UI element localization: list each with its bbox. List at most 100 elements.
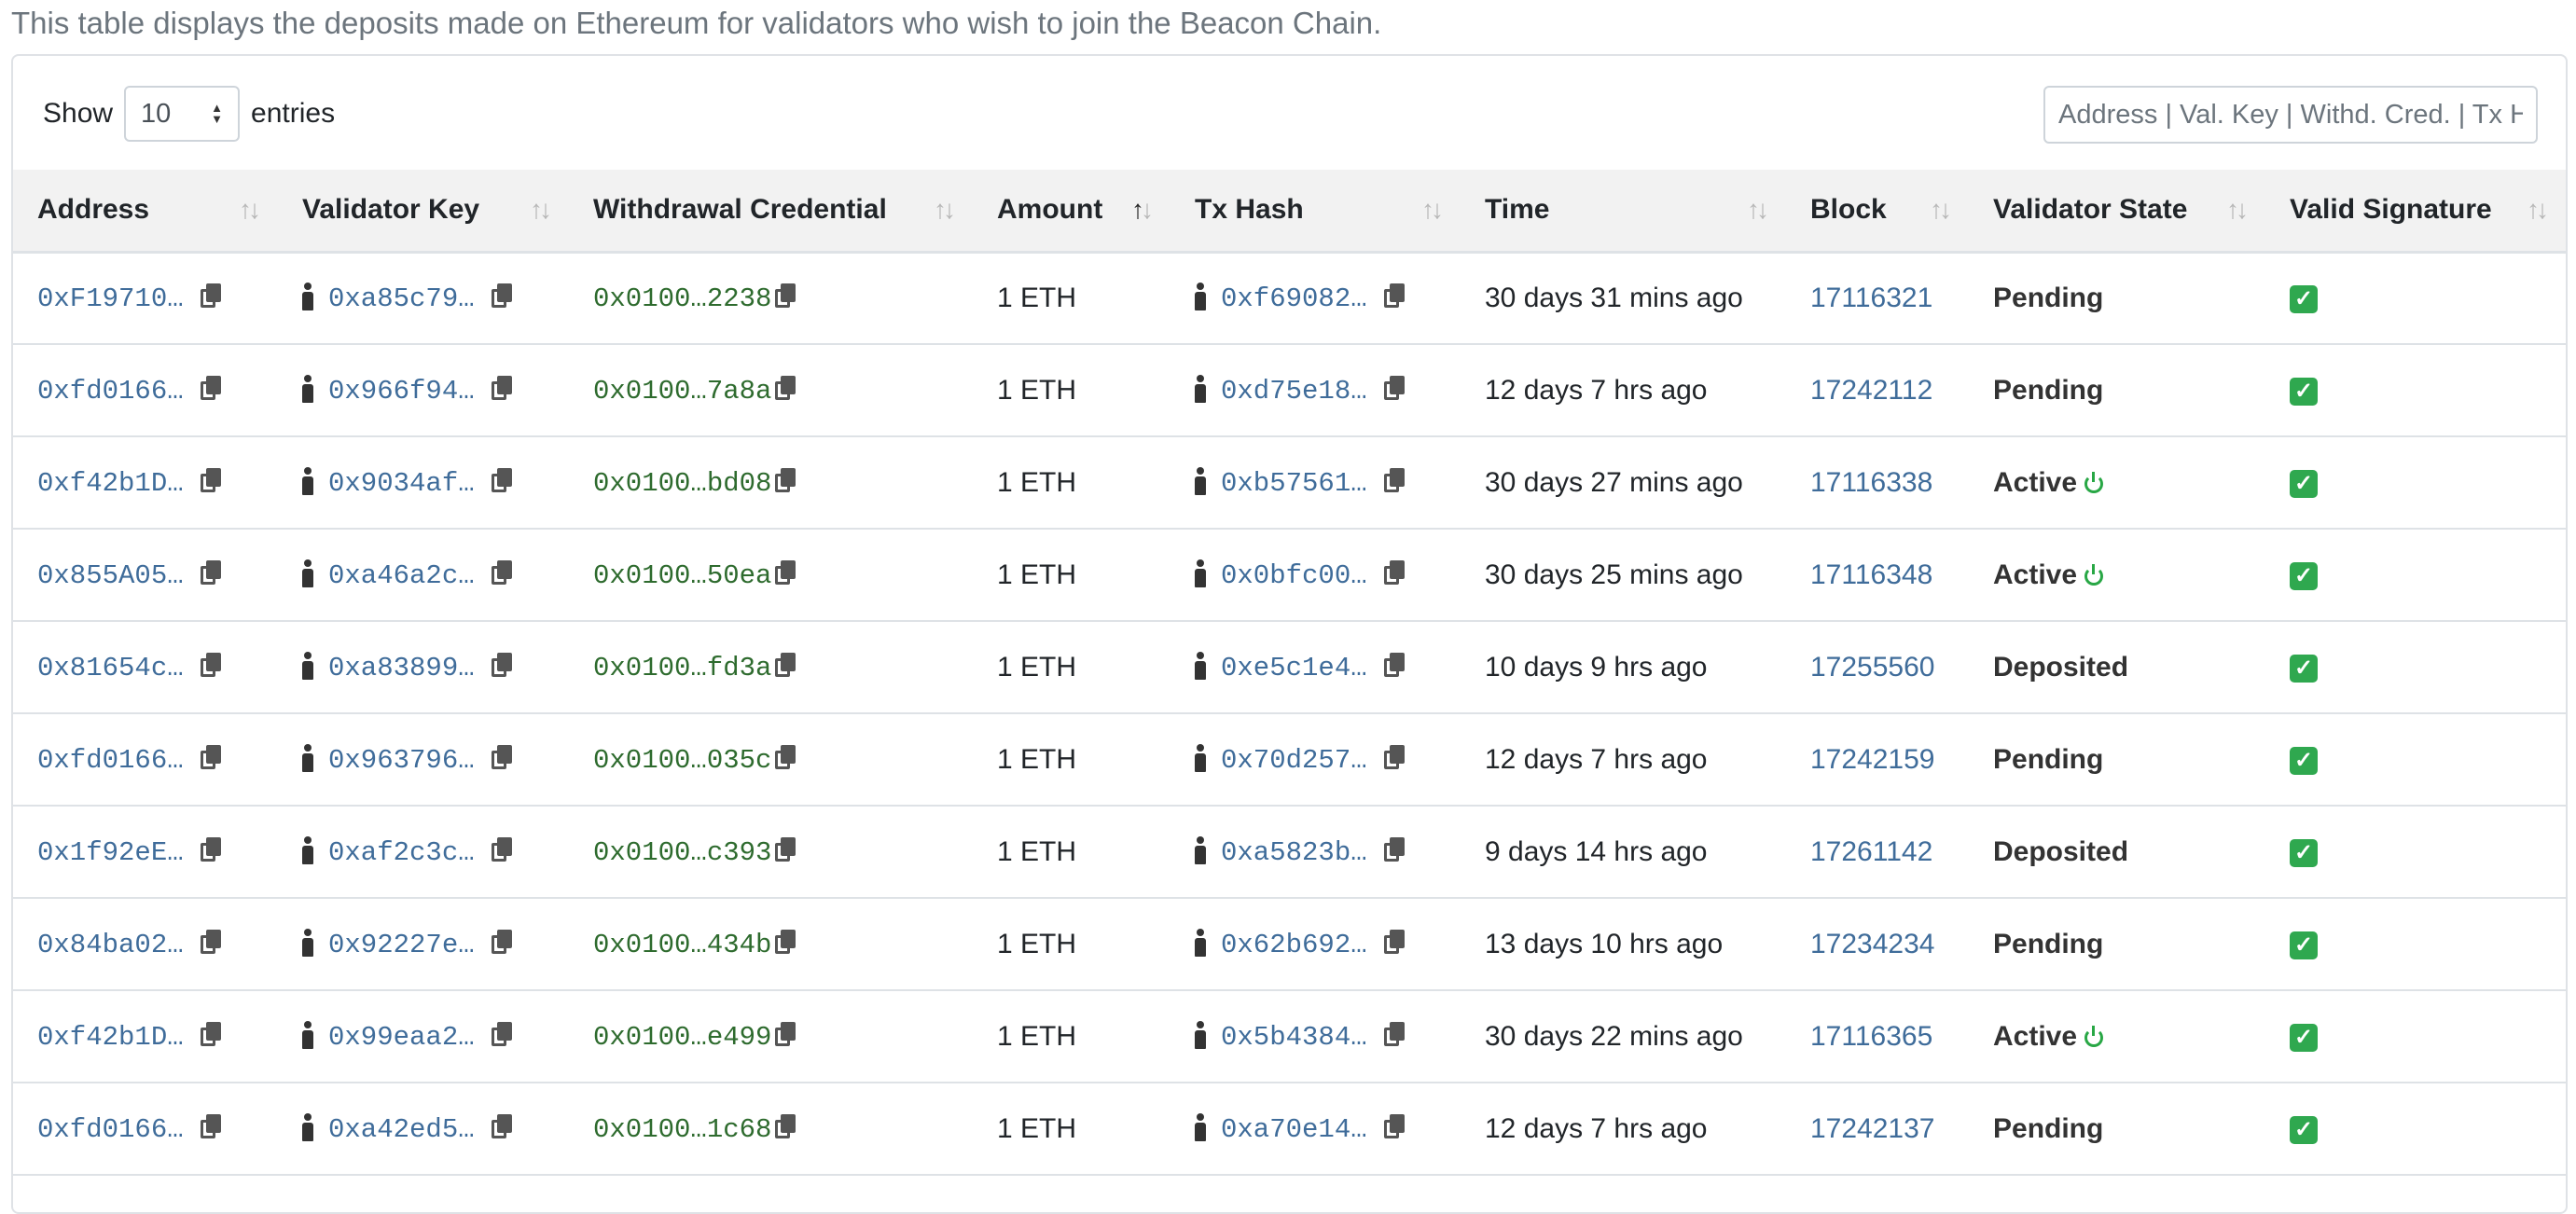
copy-icon[interactable] — [200, 468, 221, 494]
sort-icon[interactable]: ↑↓ — [2226, 195, 2249, 225]
tx-hash-link[interactable]: 0xd75e18… — [1221, 376, 1367, 407]
sort-icon[interactable]: ↑↓ — [1131, 195, 1154, 225]
address-link[interactable]: 0x81654c… — [37, 653, 184, 683]
block-link[interactable]: 17242112 — [1810, 375, 1932, 406]
address-link[interactable]: 0xF19710… — [37, 283, 184, 314]
column-header-time[interactable]: Time ↑↓ — [1461, 170, 1786, 252]
address-link[interactable]: 0xfd0166… — [37, 376, 184, 407]
copy-icon[interactable] — [1383, 560, 1405, 586]
validator-key-link[interactable]: 0xa46a2c… — [328, 560, 475, 591]
copy-icon[interactable] — [1383, 376, 1405, 402]
address-link[interactable]: 0xf42b1D… — [37, 1022, 184, 1053]
tx-hash-link[interactable]: 0x70d257… — [1221, 745, 1367, 776]
block-link[interactable]: 17242137 — [1810, 1113, 1934, 1144]
copy-icon[interactable] — [200, 560, 221, 586]
copy-icon[interactable] — [775, 1114, 796, 1140]
entries-select[interactable]: 10 ▲ ▼ — [124, 86, 241, 142]
copy-icon[interactable] — [775, 468, 796, 494]
copy-icon[interactable] — [491, 468, 512, 494]
copy-icon[interactable] — [200, 930, 221, 956]
tx-hash-link[interactable]: 0xe5c1e4… — [1221, 653, 1367, 683]
copy-icon[interactable] — [491, 560, 512, 586]
copy-icon[interactable] — [491, 653, 512, 679]
address-link[interactable]: 0x84ba02… — [37, 930, 184, 960]
sort-icon[interactable]: ↑↓ — [1421, 195, 1444, 225]
sort-icon[interactable]: ↑↓ — [2527, 195, 2549, 225]
block-link[interactable]: 17234234 — [1810, 929, 1934, 959]
copy-icon[interactable] — [1383, 930, 1405, 956]
column-header-validator-state[interactable]: Validator State ↑↓ — [1969, 170, 2265, 252]
address-link[interactable]: 0x855A05… — [37, 560, 184, 591]
copy-icon[interactable] — [491, 283, 512, 310]
address-link[interactable]: 0x1f92eE… — [37, 837, 184, 868]
copy-icon[interactable] — [200, 745, 221, 771]
copy-icon[interactable] — [775, 283, 796, 310]
column-header-address[interactable]: Address ↑↓ — [13, 170, 278, 252]
block-link[interactable]: 17116321 — [1810, 283, 1932, 313]
copy-icon[interactable] — [1383, 1114, 1405, 1140]
block-link[interactable]: 17116348 — [1810, 559, 1932, 590]
sort-icon[interactable]: ↑↓ — [1747, 195, 1769, 225]
copy-icon[interactable] — [200, 1114, 221, 1140]
block-link[interactable]: 17116338 — [1810, 467, 1932, 498]
copy-icon[interactable] — [491, 1114, 512, 1140]
copy-icon[interactable] — [491, 745, 512, 771]
copy-icon[interactable] — [1383, 837, 1405, 863]
column-header-tx-hash[interactable]: Tx Hash ↑↓ — [1170, 170, 1461, 252]
copy-icon[interactable] — [775, 376, 796, 402]
validator-key-link[interactable]: 0xaf2c3c… — [328, 837, 475, 868]
sort-icon[interactable]: ↑↓ — [239, 195, 261, 225]
copy-icon[interactable] — [775, 745, 796, 771]
copy-icon[interactable] — [1383, 745, 1405, 771]
tx-hash-link[interactable]: 0x62b692… — [1221, 930, 1367, 960]
block-link[interactable]: 17116365 — [1810, 1021, 1932, 1052]
copy-icon[interactable] — [775, 837, 796, 863]
column-header-block[interactable]: Block ↑↓ — [1786, 170, 1969, 252]
copy-icon[interactable] — [200, 837, 221, 863]
tx-hash-link[interactable]: 0x5b4384… — [1221, 1022, 1367, 1053]
column-header-withdrawal-credential[interactable]: Withdrawal Credential ↑↓ — [569, 170, 973, 252]
copy-icon[interactable] — [200, 376, 221, 402]
copy-icon[interactable] — [491, 376, 512, 402]
copy-icon[interactable] — [1383, 283, 1405, 310]
tx-hash-link[interactable]: 0xf69082… — [1221, 283, 1367, 314]
sort-icon[interactable]: ↑↓ — [934, 195, 956, 225]
validator-key-link[interactable]: 0x9034af… — [328, 468, 475, 499]
address-link[interactable]: 0xf42b1D… — [37, 468, 184, 499]
block-link[interactable]: 17255560 — [1810, 652, 1934, 683]
copy-icon[interactable] — [491, 1022, 512, 1048]
tx-hash-link[interactable]: 0xa70e14… — [1221, 1114, 1367, 1145]
block-link[interactable]: 17261142 — [1810, 836, 1932, 867]
tx-hash-link[interactable]: 0xa5823b… — [1221, 837, 1367, 868]
search-input[interactable] — [2043, 86, 2538, 144]
tx-hash-link[interactable]: 0x0bfc00… — [1221, 560, 1367, 591]
validator-key-link[interactable]: 0x963796… — [328, 745, 475, 776]
copy-icon[interactable] — [1383, 468, 1405, 494]
copy-icon[interactable] — [775, 653, 796, 679]
copy-icon[interactable] — [491, 930, 512, 956]
copy-icon[interactable] — [775, 1022, 796, 1048]
sort-icon[interactable]: ↑↓ — [530, 195, 552, 225]
address-link[interactable]: 0xfd0166… — [37, 1114, 184, 1145]
tx-hash-link[interactable]: 0xb57561… — [1221, 468, 1367, 499]
block-link[interactable]: 17242159 — [1810, 744, 1934, 775]
sort-icon[interactable]: ↑↓ — [1930, 195, 1952, 225]
column-header-valid-signature[interactable]: Valid Signature ↑↓ — [2265, 170, 2566, 252]
copy-icon[interactable] — [775, 930, 796, 956]
copy-icon[interactable] — [1383, 1022, 1405, 1048]
copy-icon[interactable] — [775, 560, 796, 586]
copy-icon[interactable] — [200, 653, 221, 679]
column-header-validator-key[interactable]: Validator Key ↑↓ — [278, 170, 569, 252]
copy-icon[interactable] — [491, 837, 512, 863]
validator-key-link[interactable]: 0xa83899… — [328, 653, 475, 683]
copy-icon[interactable] — [1383, 653, 1405, 679]
column-header-amount[interactable]: Amount ↑↓ — [973, 170, 1170, 252]
validator-key-link[interactable]: 0xa85c79… — [328, 283, 475, 314]
validator-key-link[interactable]: 0x966f94… — [328, 376, 475, 407]
copy-icon[interactable] — [200, 283, 221, 310]
copy-icon[interactable] — [200, 1022, 221, 1048]
address-link[interactable]: 0xfd0166… — [37, 745, 184, 776]
validator-key-link[interactable]: 0x92227e… — [328, 930, 475, 960]
validator-key-link[interactable]: 0xa42ed5… — [328, 1114, 475, 1145]
validator-key-link[interactable]: 0x99eaa2… — [328, 1022, 475, 1053]
